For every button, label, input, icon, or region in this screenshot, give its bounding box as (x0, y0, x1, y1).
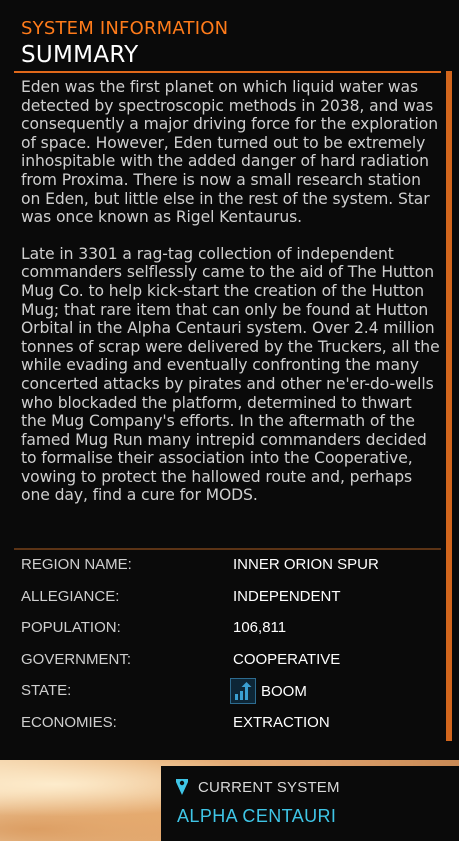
state-text: BOOM (261, 682, 307, 700)
region-value: INNER ORION SPUR (233, 556, 379, 573)
current-system-box[interactable]: CURRENT SYSTEM ALPHA CENTAURI (161, 766, 459, 841)
info-row-government: GOVERNMENT: COOPERATIVE (0, 647, 440, 679)
system-info-table: REGION NAME: INNER ORION SPUR ALLEGIANCE… (0, 552, 440, 742)
info-row-region: REGION NAME: INNER ORION SPUR (0, 552, 440, 584)
info-row-allegiance: ALLEGIANCE: INDEPENDENT (0, 584, 440, 616)
current-system-name[interactable]: ALPHA CENTAURI (177, 806, 336, 827)
scrollbar-thumb[interactable] (446, 71, 452, 741)
location-marker-icon (175, 778, 189, 800)
state-value: BOOM (230, 678, 307, 705)
info-row-economies: ECONOMIES: EXTRACTION (0, 710, 440, 742)
summary-paragraph-2: Late in 3301 a rag-tag collection of ind… (21, 244, 440, 505)
page-title: SUMMARY (21, 42, 139, 68)
state-label: STATE: (21, 682, 72, 700)
scrollbar[interactable] (446, 71, 452, 741)
economies-label: ECONOMIES: (21, 713, 117, 731)
government-label: GOVERNMENT: (21, 650, 132, 668)
header-divider (14, 71, 441, 73)
boom-chart-icon (230, 678, 256, 705)
info-row-state: STATE: BOOM (0, 678, 440, 710)
summary-text: Eden was the first planet on which liqui… (21, 78, 441, 505)
summary-divider (14, 548, 441, 550)
current-system-label: CURRENT SYSTEM (198, 779, 340, 796)
allegiance-value: INDEPENDENT (233, 587, 341, 605)
system-info-panel: SYSTEM INFORMATION SUMMARY Eden was the … (0, 0, 459, 760)
summary-paragraph-1: Eden was the first planet on which liqui… (21, 78, 438, 227)
section-heading: SYSTEM INFORMATION (21, 18, 229, 39)
population-value: 106,811 (233, 619, 287, 637)
population-label: POPULATION: (21, 619, 121, 637)
allegiance-label: ALLEGIANCE: (21, 587, 120, 605)
economies-value: EXTRACTION (233, 713, 330, 731)
government-value: COOPERATIVE (233, 650, 341, 668)
region-label: REGION NAME: (21, 556, 132, 573)
info-row-population: POPULATION: 106,811 (0, 615, 440, 647)
